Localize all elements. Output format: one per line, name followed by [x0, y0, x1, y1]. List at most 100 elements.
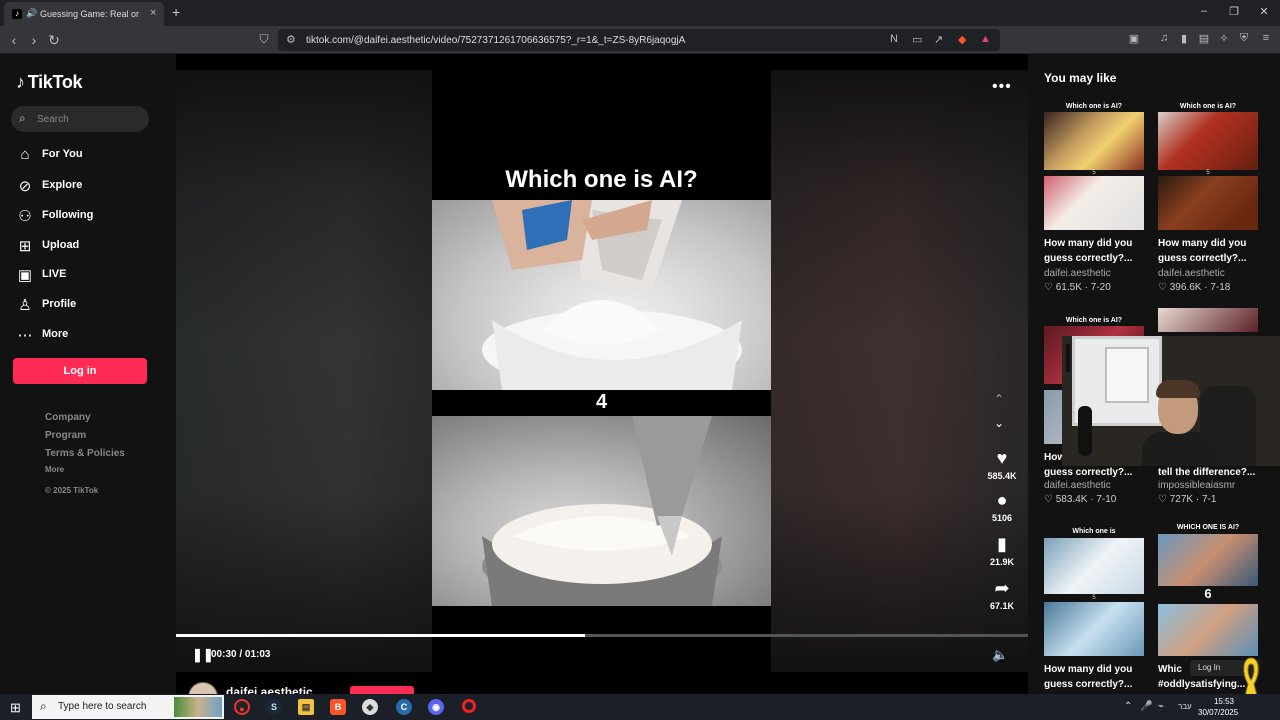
app-icon-c[interactable]: C [396, 699, 412, 715]
window-restore-button[interactable]: ❐ [1224, 5, 1244, 18]
file-explorer-icon[interactable]: ▤ [298, 699, 314, 715]
more-options-icon[interactable]: ••• [992, 78, 1012, 96]
like-button[interactable]: ♥ 585.4K [982, 448, 1022, 481]
search-placeholder: Search [37, 114, 69, 125]
site-info-icon[interactable]: ⚙ [286, 33, 296, 46]
search-icon: ⌕ [40, 699, 47, 713]
nav-item-upload[interactable]: ⊞ Upload [14, 235, 164, 257]
language-indicator[interactable]: עבר [1178, 702, 1192, 711]
recommended-card[interactable]: Which one is 5 How many did you guess co… [1044, 524, 1144, 694]
brave-browser-icon[interactable]: B [330, 699, 346, 715]
tray-expand-icon[interactable]: ⌃ [1124, 701, 1132, 712]
media-icon[interactable]: ♫ [1156, 32, 1172, 44]
ai-icon[interactable]: ✧ [1216, 32, 1232, 45]
share-icon[interactable]: ↗ [934, 33, 943, 46]
new-tab-button[interactable]: + [172, 4, 180, 20]
vpn-icon[interactable]: ⛨ [1236, 32, 1252, 45]
forward-icon[interactable]: › [26, 32, 42, 48]
card-thumb-number: 6 [1204, 586, 1212, 601]
recommended-card[interactable]: Which one is AI? 5 How many did you gues… [1158, 100, 1258, 300]
card-stats: ♡ 61.5K · 7-20 [1044, 282, 1111, 293]
address-bar[interactable]: ⚙ tiktok.com/@daifei.aesthetic/video/752… [278, 29, 1000, 51]
card-thumb-label: Which one is AI? [1065, 317, 1123, 324]
taskbar-clock[interactable]: 15:53 30/07/2025 [1198, 696, 1239, 718]
card-thumbnail [1158, 534, 1258, 586]
tiktok-logo[interactable]: ♪ TikTok [16, 72, 83, 93]
windows-start-icon[interactable]: ⊞ [10, 700, 21, 716]
footer-company-link[interactable]: Company [45, 412, 91, 423]
translate-icon[interactable]: N [890, 33, 898, 45]
bookmark-icon[interactable]: ⛉ [256, 32, 272, 47]
nav-item-following[interactable]: ⚇ Following [14, 205, 164, 227]
card-caption: tell the difference?... [1158, 467, 1256, 478]
card-thumb-number: 5 [1092, 595, 1096, 601]
brave-rewards-icon[interactable]: ▲ [980, 33, 991, 45]
card-caption: How many did you guess correctly?... [1044, 238, 1133, 264]
wallet-icon[interactable]: ▤ [1196, 32, 1212, 45]
app-icon-generic[interactable]: ◆ [362, 699, 378, 715]
nav-item-live[interactable]: ▣ LIVE [14, 264, 164, 286]
brave-shield-icon[interactable]: ◆ [958, 33, 966, 46]
menu-icon[interactable]: ≡ [1258, 32, 1274, 44]
nav-label: LIVE [42, 268, 67, 280]
tab-close-button[interactable]: × [150, 7, 156, 19]
window-minimize-button[interactable]: – [1194, 5, 1214, 17]
share-count: 67.1K [989, 601, 1015, 611]
opera-icon[interactable] [462, 699, 476, 713]
comment-button[interactable]: ● 5106 [982, 490, 1022, 523]
card-caption: How many did you guess correctly?... [1044, 664, 1133, 690]
card-author: daifei.aesthetic [1158, 268, 1225, 279]
card-thumb-label: Which one is AI? [1065, 103, 1123, 110]
browser-tab-bar: ♪ 🔊 Guessing Game: Real or Fake × + – ❐ … [0, 0, 1280, 26]
microphone-icon[interactable]: 🎤 [1140, 701, 1152, 712]
card-stats: ♡ 727K · 7-1 [1158, 494, 1217, 505]
back-icon[interactable]: ‹ [6, 32, 22, 48]
cast-icon[interactable]: ▭ [912, 33, 922, 46]
like-count: 585.4K [987, 471, 1017, 481]
browser-tab[interactable]: ♪ 🔊 Guessing Game: Real or Fake × [4, 2, 164, 26]
reader-icon[interactable]: ▮ [1176, 32, 1192, 45]
card-author: impossibleaiasmr [1158, 480, 1236, 491]
steam-icon[interactable]: S [266, 699, 282, 715]
video-player[interactable]: Which one is AI? 4 ••• ⌃ ⌄ ♥ 585.4K ● 51… [176, 70, 1028, 672]
discord-icon[interactable]: ◉ [428, 699, 444, 715]
search-input[interactable]: ⌕ Search [11, 106, 149, 132]
footer-program-link[interactable]: Program [45, 430, 86, 441]
recommended-card[interactable]: Which one is AI? 5 How many did you gues… [1044, 100, 1144, 300]
window-close-button[interactable]: ✕ [1254, 5, 1274, 18]
audio-playing-icon[interactable]: 🔊 [26, 8, 37, 19]
app-icon-recorder[interactable]: ● [234, 699, 250, 715]
video-time: 00:30 / 01:03 [211, 649, 271, 660]
video-frame[interactable]: Which one is AI? 4 [432, 70, 771, 672]
save-count: 21.9K [989, 557, 1015, 567]
footer-terms-link[interactable]: Terms & Policies [45, 448, 125, 459]
previous-video-icon[interactable]: ⌃ [994, 392, 1004, 406]
reload-icon[interactable]: ↻ [46, 32, 62, 49]
network-icon[interactable]: ⌁ [1158, 701, 1164, 712]
nav-item-more[interactable]: ⋯ More [14, 324, 164, 346]
tab-title: Guessing Game: Real or Fake [40, 9, 140, 19]
search-icon: ⌕ [19, 111, 26, 125]
tiktok-sidebar: ♪ TikTok ⌕ Search ⌂ For You ⊘ Explore ⚇ F… [0, 54, 176, 694]
card-stats: ♡ 583.4K · 7-10 [1044, 494, 1117, 505]
login-button[interactable]: Log in [13, 358, 147, 384]
sidebar-toggle-icon[interactable]: ▣ [1126, 32, 1142, 45]
volume-icon[interactable]: 🔈 [992, 647, 1008, 663]
nav-item-for-you[interactable]: ⌂ For You [14, 144, 164, 166]
url-text[interactable]: tiktok.com/@daifei.aesthetic/video/75273… [306, 35, 685, 46]
clock-date: 30/07/2025 [1198, 708, 1239, 717]
upload-icon: ⊞ [18, 238, 32, 255]
card-thumbnail [1044, 538, 1144, 594]
footer-more-link[interactable]: More [45, 465, 64, 474]
card-thumbnail [1158, 308, 1258, 332]
nav-label: More [42, 328, 69, 340]
card-thumb-label: Which one is AI? [1179, 103, 1237, 110]
floating-login-label: Log In [1198, 663, 1221, 672]
next-video-icon[interactable]: ⌄ [994, 416, 1004, 430]
card-thumbnail [1044, 112, 1144, 170]
nav-item-explore[interactable]: ⊘ Explore [14, 175, 164, 197]
nav-item-profile[interactable]: ♙ Profile [14, 294, 164, 316]
share-button[interactable]: ➦ 67.1K [982, 578, 1022, 611]
taskbar-search-input[interactable]: ⌕ Type here to search [32, 695, 224, 719]
save-button[interactable]: ▮ 21.9K [982, 534, 1022, 567]
